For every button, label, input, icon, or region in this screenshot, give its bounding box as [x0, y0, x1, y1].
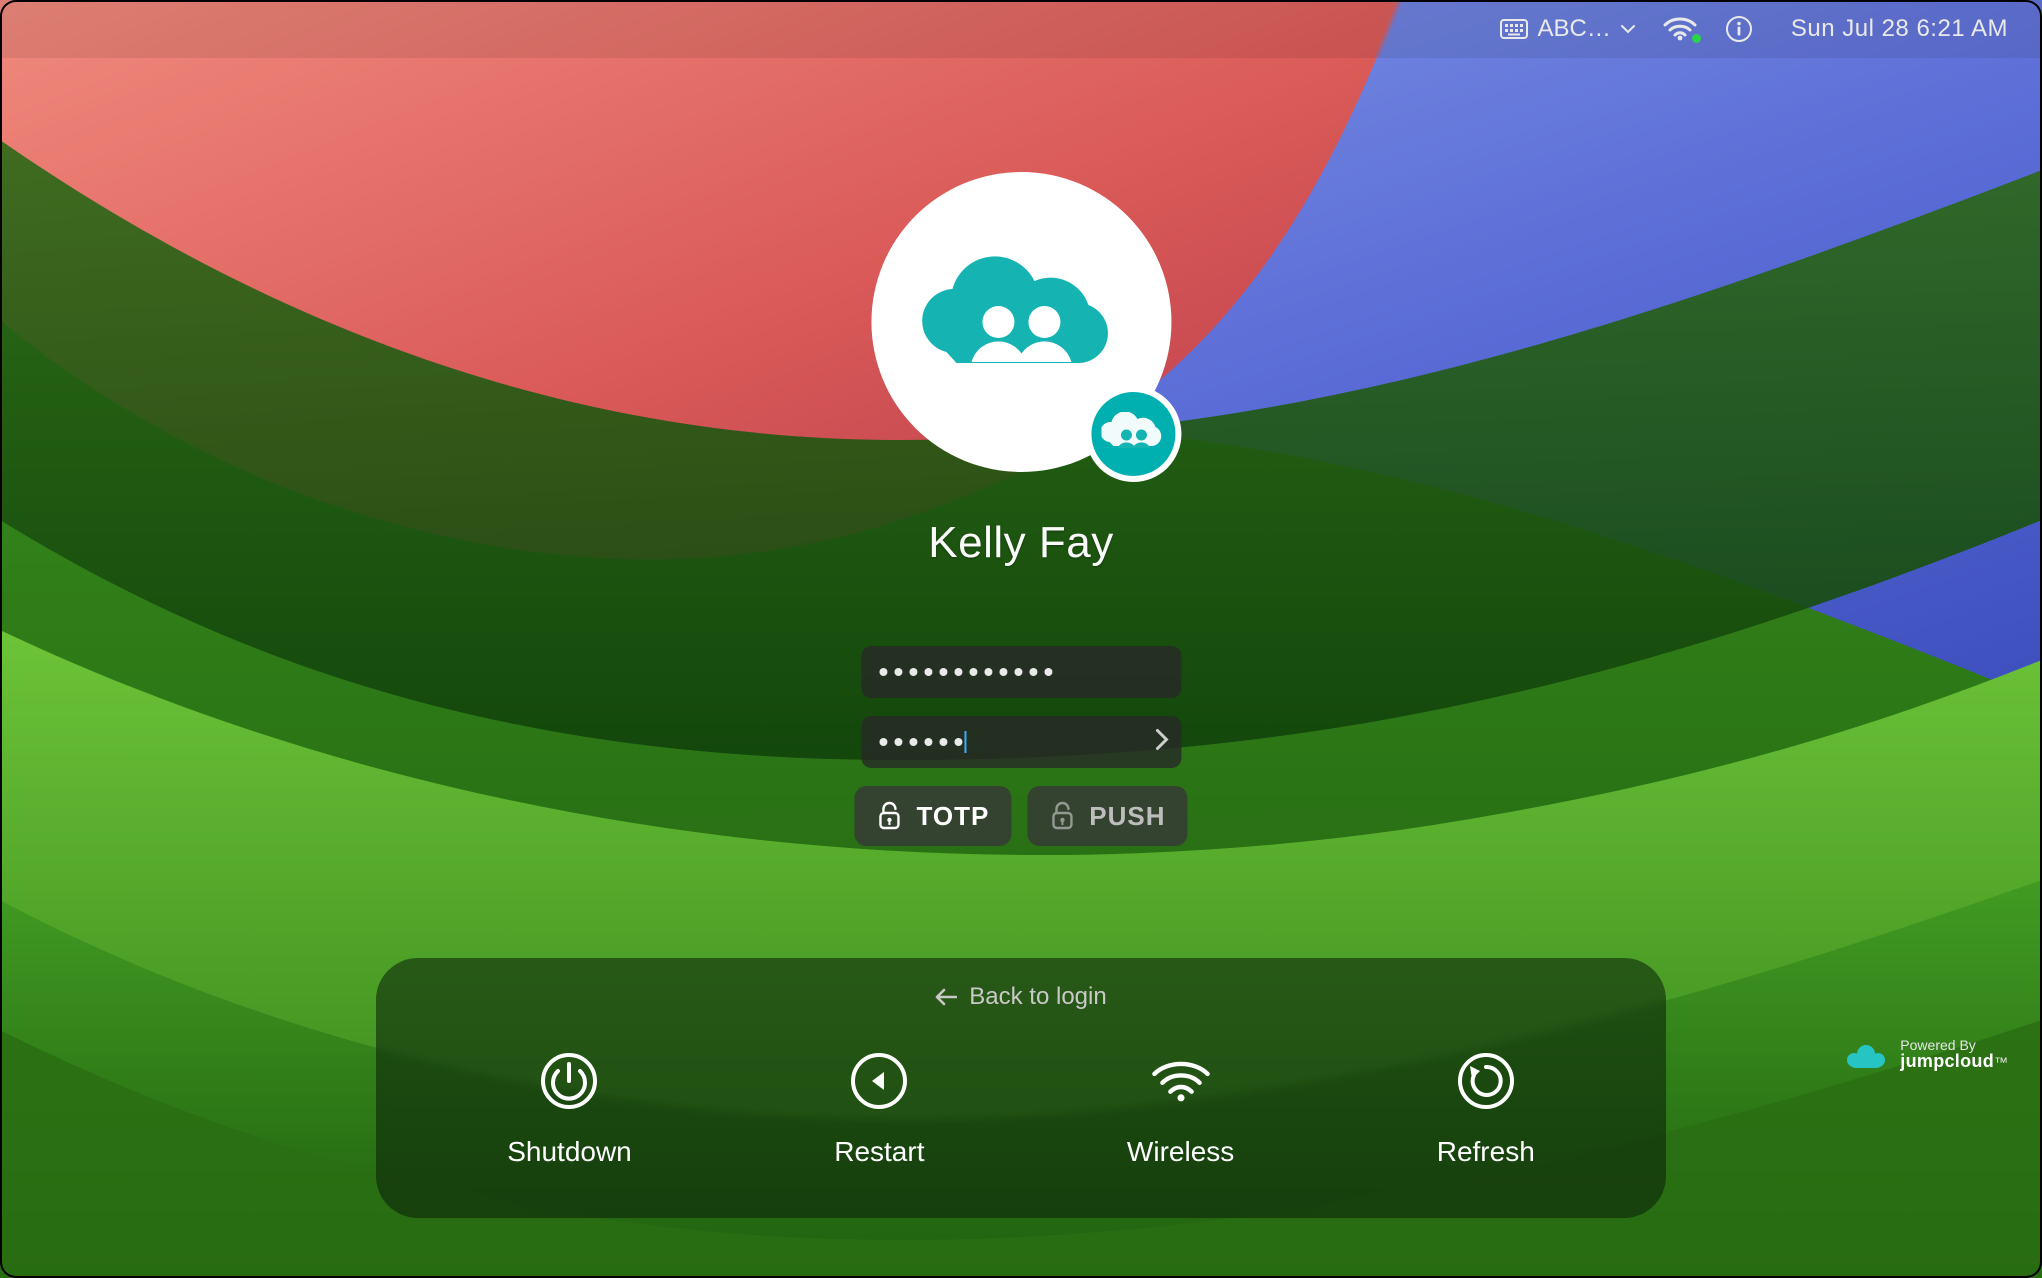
- lock-push-icon: [1049, 801, 1075, 831]
- shutdown-button[interactable]: Shutdown: [507, 1050, 632, 1168]
- input-source-menu[interactable]: ABC…: [1500, 15, 1635, 43]
- mfa-push-label: PUSH: [1089, 801, 1165, 832]
- mfa-totp-button[interactable]: TOTP: [854, 786, 1011, 846]
- code-field[interactable]: [861, 716, 1181, 768]
- accessibility-info[interactable]: [1725, 15, 1753, 43]
- back-to-login[interactable]: Back to login: [935, 976, 1106, 1018]
- brand-suffix: ™: [1994, 1054, 2008, 1070]
- powered-by: Powered By jumpcloud™: [1844, 1038, 2008, 1072]
- login-area: Kelly Fay TOTP P: [854, 62, 1187, 846]
- brand-name: jumpcloud: [1900, 1051, 1994, 1071]
- action-panel: Back to login Shutdown Restart: [376, 958, 1666, 1218]
- mfa-push-button[interactable]: PUSH: [1027, 786, 1187, 846]
- jumpcloud-logo-icon: [1844, 1040, 1888, 1070]
- powered-by-label: Powered By: [1900, 1038, 2008, 1053]
- lock-totp-icon: [876, 801, 902, 831]
- wifi-activity-dot-icon: [1692, 34, 1701, 43]
- password-field[interactable]: [861, 646, 1181, 698]
- shutdown-label: Shutdown: [507, 1136, 632, 1168]
- restart-label: Restart: [834, 1136, 924, 1168]
- chevron-down-icon: [1621, 24, 1635, 34]
- jumpcloud-avatar-icon: [916, 252, 1126, 392]
- wireless-label: Wireless: [1127, 1136, 1234, 1168]
- mfa-totp-label: TOTP: [916, 801, 989, 832]
- arrow-left-icon: [935, 988, 957, 1006]
- input-source-label: ABC…: [1538, 15, 1611, 43]
- wireless-icon: [1150, 1055, 1212, 1107]
- menubar: ABC… Sun Jul 28 6:21 AM: [0, 0, 2042, 58]
- jumpcloud-badge-icon: [1101, 412, 1165, 456]
- user-display-name: Kelly Fay: [928, 518, 1113, 568]
- chevron-right-icon: [1153, 728, 1169, 752]
- power-icon: [540, 1052, 598, 1110]
- code-mask: [879, 738, 962, 746]
- keyboard-icon: [1500, 19, 1528, 39]
- submit-arrow[interactable]: [1153, 728, 1169, 757]
- refresh-label: Refresh: [1437, 1136, 1535, 1168]
- menubar-clock: Sun Jul 28 6:21 AM: [1791, 15, 2008, 43]
- avatar-badge: [1085, 386, 1181, 482]
- refresh-icon: [1457, 1052, 1515, 1110]
- info-circle-icon: [1725, 15, 1753, 43]
- restart-icon: [850, 1052, 908, 1110]
- wireless-button[interactable]: Wireless: [1127, 1050, 1234, 1168]
- wifi-status[interactable]: [1663, 16, 1697, 42]
- password-mask: [879, 668, 1052, 676]
- restart-button[interactable]: Restart: [834, 1050, 924, 1168]
- user-avatar[interactable]: [871, 172, 1171, 472]
- back-to-login-label: Back to login: [969, 983, 1106, 1011]
- refresh-button[interactable]: Refresh: [1437, 1050, 1535, 1168]
- text-cursor: [964, 731, 966, 753]
